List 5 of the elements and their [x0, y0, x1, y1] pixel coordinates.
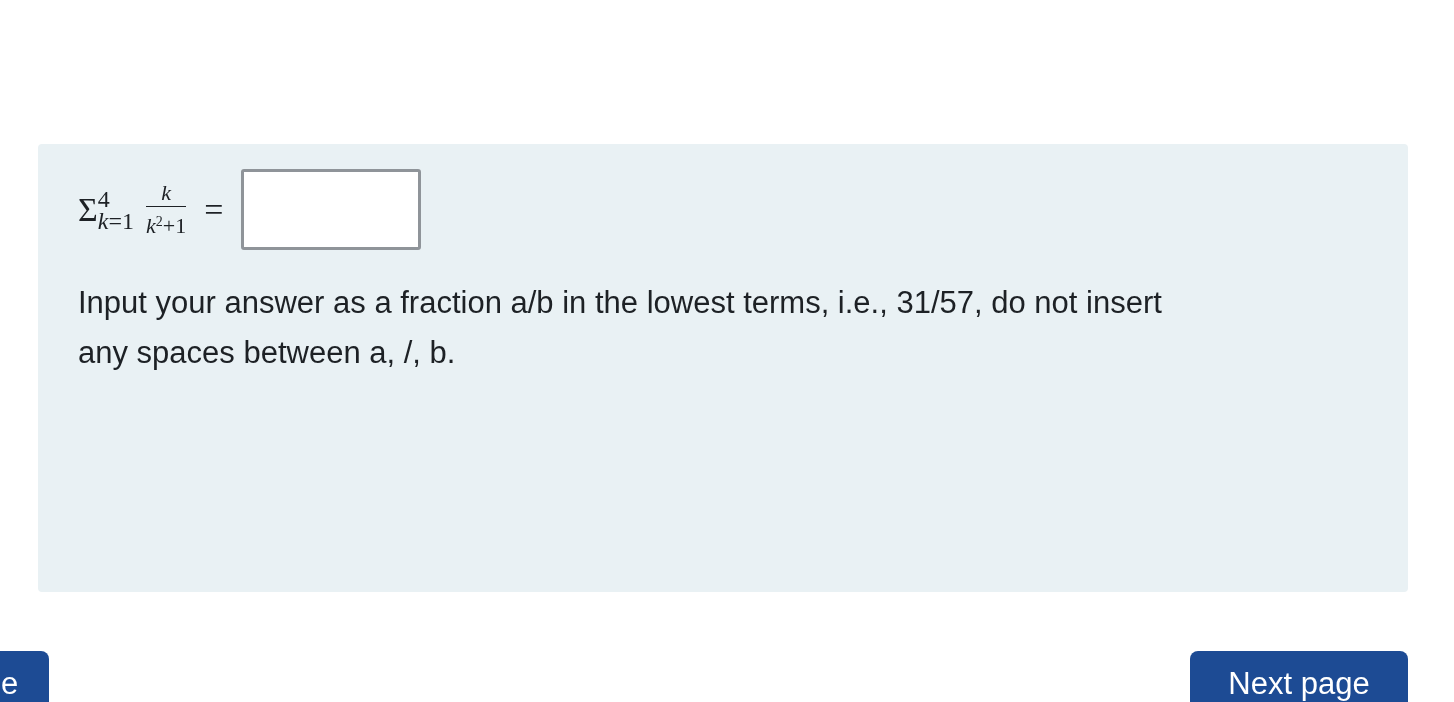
equals-sign: = — [204, 192, 224, 227]
instructions-text: Input your answer as a fraction a/b in the lowest terms, i.e., 31/57, do not insert any spaces between a, /, b. — [78, 284, 1163, 372]
next-page-button[interactable]: Next page — [1190, 651, 1408, 702]
previous-button[interactable]: e — [0, 651, 49, 702]
answer-field[interactable] — [241, 169, 422, 250]
